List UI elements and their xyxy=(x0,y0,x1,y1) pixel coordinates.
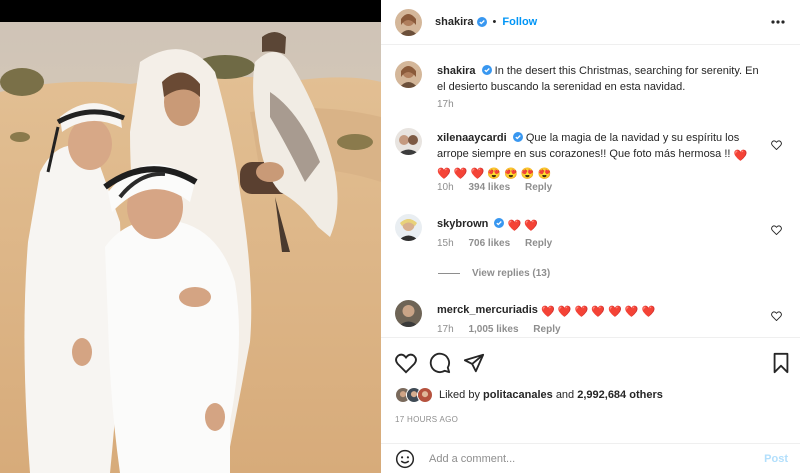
caption-meta: 17h xyxy=(437,99,466,110)
liked-by-text: Liked by politacanales and 2,992,684 oth… xyxy=(439,389,663,401)
comment-emoji: ❤️ xyxy=(437,168,451,180)
comments-list[interactable]: shakira In the desert this Christmas, se… xyxy=(381,46,800,336)
more-options-icon[interactable] xyxy=(770,15,786,29)
desert-falcon-photo xyxy=(0,22,381,473)
verified-badge-icon xyxy=(476,17,487,27)
verified-badge-icon xyxy=(481,65,492,75)
smiley-icon[interactable] xyxy=(395,449,415,469)
comment-emoji: ❤️ xyxy=(641,306,656,318)
add-comment-bar: Post xyxy=(381,443,800,473)
post-actions: Liked by politacanales and 2,992,684 oth… xyxy=(381,337,800,443)
header-separator: • xyxy=(492,16,497,28)
comment-emoji: 😍 xyxy=(504,168,518,180)
verified-badge-icon xyxy=(494,218,505,228)
reply-button[interactable]: Reply xyxy=(525,182,552,193)
comment-username[interactable]: merck_mercuriadis xyxy=(437,304,538,316)
likes-count[interactable]: 2,992,684 others xyxy=(577,389,663,401)
send-icon[interactable] xyxy=(463,352,485,374)
comment-username[interactable]: xilenaaycardi xyxy=(437,132,507,144)
post-photo[interactable] xyxy=(0,0,381,473)
comment-emoji: ❤️ xyxy=(453,168,468,180)
comment-likes[interactable]: 706 likes xyxy=(468,238,510,249)
reply-button[interactable]: Reply xyxy=(533,324,560,335)
post-timestamp[interactable]: 17 HOURS AGO xyxy=(395,415,458,424)
comment-text-block: merck_mercuriadis ❤️ ❤️ ❤️ ❤️ ❤️ ❤️ ❤️ xyxy=(437,302,767,320)
comment-like-heart-icon[interactable] xyxy=(771,225,782,235)
author-avatar[interactable] xyxy=(395,8,422,36)
comment-emoji: 😍 xyxy=(487,168,501,180)
view-replies-button[interactable]: View replies (13) xyxy=(438,268,550,279)
verified-badge-icon xyxy=(512,132,523,142)
commenter-avatar[interactable] xyxy=(395,300,422,327)
liked-by-user[interactable]: politacanales xyxy=(483,389,553,401)
reply-button[interactable]: Reply xyxy=(525,238,552,249)
post-header: shakira • Follow xyxy=(381,0,800,45)
caption-avatar[interactable] xyxy=(395,61,422,88)
comment-emoji: 😍 xyxy=(520,168,535,180)
liked-by-row: Liked by politacanales and 2,992,684 oth… xyxy=(395,387,663,403)
comment-emoji: ❤️ xyxy=(557,306,572,318)
comment-emoji: ❤️ xyxy=(470,168,485,180)
comment-emoji: ❤️ xyxy=(591,306,605,318)
comment-time[interactable]: 15h xyxy=(437,238,454,249)
comment-like-heart-icon[interactable] xyxy=(771,311,782,321)
comment-emoji: ❤️ xyxy=(540,306,555,318)
bookmark-icon[interactable] xyxy=(770,352,792,374)
liker-avatar[interactable] xyxy=(417,387,433,403)
comment-emoji: 😍 xyxy=(537,168,552,180)
comment-emoji: ❤️ xyxy=(733,150,748,162)
liked-by-prefix: Liked by xyxy=(439,389,480,401)
comment-emoji: ❤️ xyxy=(608,306,622,318)
comment-emoji: ❤️ xyxy=(624,306,639,318)
comment-emoji: ❤️ xyxy=(524,220,538,232)
comment-meta: 15h 706 likes Reply xyxy=(437,238,564,249)
caption-text-block: shakira In the desert this Christmas, se… xyxy=(437,63,767,95)
comment-text-block: skybrown ❤️ ❤️ xyxy=(437,216,767,234)
comment-text-block: xilenaaycardi Que la magia de la navidad… xyxy=(437,130,767,182)
post-details-panel: shakira • Follow shakira In the desert t… xyxy=(381,0,800,473)
caption-username[interactable]: shakira xyxy=(437,65,476,77)
author-username[interactable]: shakira xyxy=(435,16,474,28)
heart-icon[interactable] xyxy=(395,352,417,374)
commenter-avatar[interactable] xyxy=(395,128,422,155)
comment-username[interactable]: skybrown xyxy=(437,218,488,230)
instagram-post: shakira • Follow shakira In the desert t… xyxy=(0,0,800,473)
comment-input[interactable] xyxy=(429,452,749,465)
follow-button[interactable]: Follow xyxy=(502,16,537,28)
commenter-avatar[interactable] xyxy=(395,214,422,241)
caption-time[interactable]: 17h xyxy=(437,99,454,110)
comment-likes[interactable]: 1,005 likes xyxy=(468,324,518,335)
comment-emoji: ❤️ xyxy=(574,306,589,318)
comment-likes[interactable]: 394 likes xyxy=(468,182,510,193)
view-replies-line xyxy=(438,273,460,274)
comment-time[interactable]: 17h xyxy=(437,324,454,335)
comment-time[interactable]: 10h xyxy=(437,182,454,193)
comment-icon[interactable] xyxy=(429,352,451,374)
comment-meta: 10h 394 likes Reply xyxy=(437,182,564,193)
comment-meta: 17h 1,005 likes Reply xyxy=(437,324,573,335)
view-replies-label[interactable]: View replies (13) xyxy=(472,268,550,279)
liked-by-and: and xyxy=(555,389,575,401)
comment-emoji: ❤️ xyxy=(507,220,522,232)
comment-like-heart-icon[interactable] xyxy=(771,140,782,150)
post-comment-button[interactable]: Post xyxy=(764,453,788,465)
